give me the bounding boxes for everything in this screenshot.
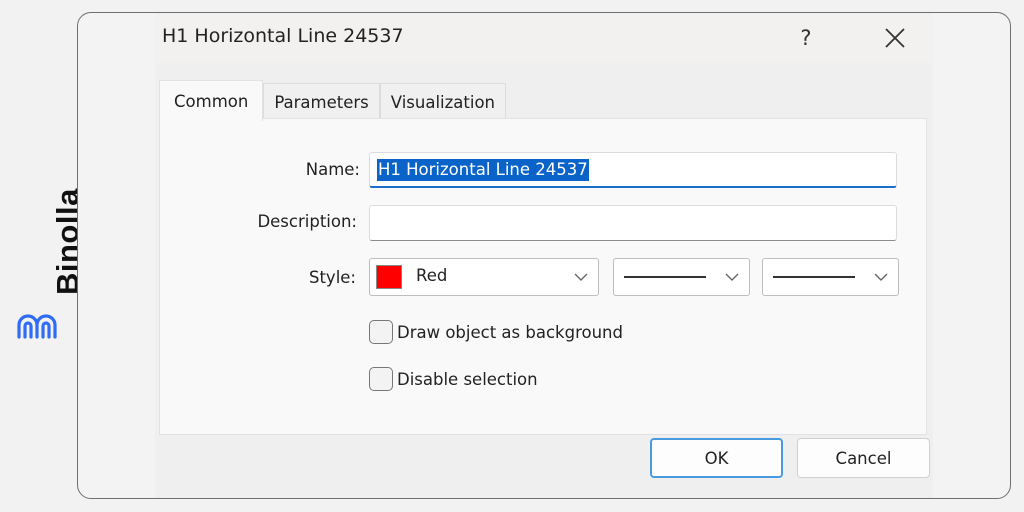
disable-selection-checkbox[interactable]: Disable selection	[369, 366, 538, 392]
close-button[interactable]	[877, 21, 913, 55]
tab-common[interactable]: Common	[159, 80, 264, 121]
name-input-value: H1 Horizontal Line 24537	[377, 159, 589, 181]
color-dropdown[interactable]: Red	[369, 258, 599, 296]
description-input[interactable]	[369, 205, 897, 241]
tab-bar: Common Parameters Visualization	[159, 80, 507, 121]
color-swatch	[376, 265, 402, 289]
checkbox-label: Draw object as background	[397, 322, 623, 342]
ok-button[interactable]: OK	[650, 438, 783, 478]
tab-parameters[interactable]: Parameters	[263, 83, 380, 121]
draw-as-background-checkbox[interactable]: Draw object as background	[369, 319, 623, 345]
chevron-down-icon	[874, 273, 888, 281]
style-label: Style:	[308, 268, 356, 287]
brand-sidebar: Binolla	[10, 165, 85, 345]
line-width-sample	[773, 276, 855, 278]
color-dropdown-value: Red	[416, 266, 448, 285]
name-input[interactable]: H1 Horizontal Line 24537	[369, 152, 897, 188]
description-label: Description:	[257, 212, 357, 231]
line-style-sample	[624, 276, 706, 278]
checkbox-label: Disable selection	[397, 369, 538, 389]
chevron-down-icon	[574, 273, 588, 281]
title-bar: H1 Horizontal Line 24537 ?	[155, 13, 933, 63]
tab-visualization[interactable]: Visualization	[379, 83, 507, 121]
line-width-dropdown[interactable]	[762, 258, 899, 296]
close-icon	[885, 28, 905, 48]
name-label: Name:	[305, 160, 360, 179]
dialog-title: H1 Horizontal Line 24537	[162, 25, 404, 47]
properties-dialog: H1 Horizontal Line 24537 ? Common Parame…	[155, 13, 933, 498]
help-button[interactable]: ?	[791, 23, 821, 53]
checkbox-box[interactable]	[369, 367, 393, 391]
chevron-down-icon	[725, 273, 739, 281]
line-style-dropdown[interactable]	[613, 258, 750, 296]
cancel-button[interactable]: Cancel	[797, 438, 930, 478]
binolla-logo-icon	[17, 314, 57, 339]
common-tab-panel: Name: H1 Horizontal Line 24537 Descripti…	[159, 118, 927, 435]
checkbox-box[interactable]	[369, 320, 393, 344]
